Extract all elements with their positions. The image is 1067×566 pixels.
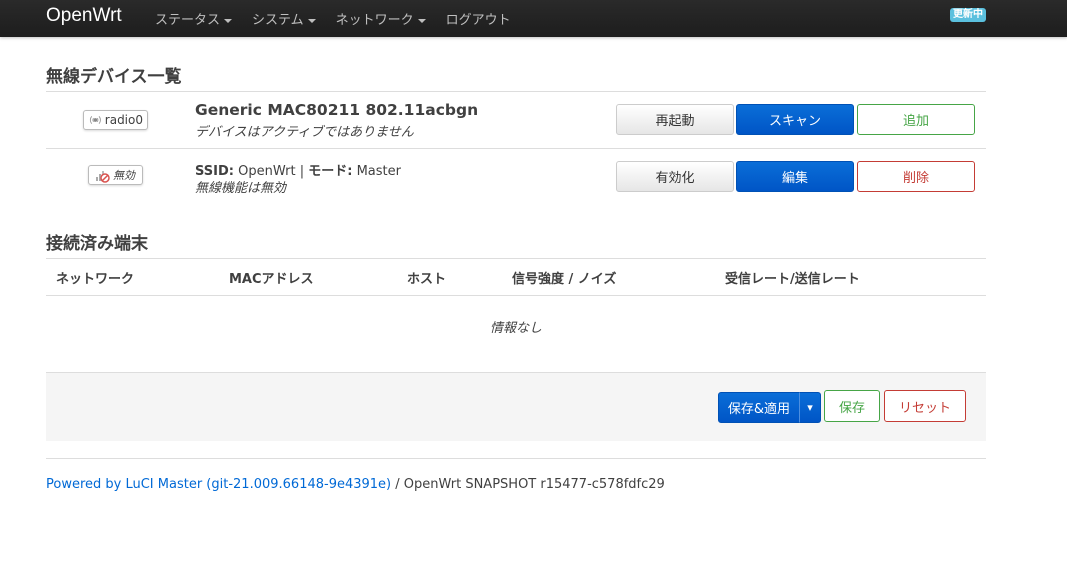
menu-network[interactable]: ネットワーク bbox=[336, 9, 426, 28]
delete-button[interactable]: 削除 bbox=[857, 161, 975, 192]
menu-system[interactable]: システム bbox=[252, 9, 316, 28]
divider bbox=[46, 148, 986, 149]
column-header-mac: MACアドレス bbox=[229, 272, 314, 287]
menu-system-label: システム bbox=[252, 13, 304, 28]
menu-logout[interactable]: ログアウト bbox=[446, 9, 511, 28]
network-disabled-badge: 無効 bbox=[88, 165, 143, 185]
device-status: デバイスはアクティブではありません bbox=[195, 125, 414, 140]
footer-divider bbox=[46, 458, 986, 459]
menu-network-label: ネットワーク bbox=[335, 13, 414, 28]
brand-link[interactable]: OpenWrt bbox=[46, 5, 122, 27]
table-header-border bbox=[46, 295, 986, 296]
reset-button[interactable]: リセット bbox=[884, 390, 966, 422]
save-apply-dropdown-toggle[interactable]: ▾ bbox=[799, 392, 821, 423]
luci-link[interactable]: Powered by LuCI Master (git-21.009.66148… bbox=[46, 477, 391, 492]
chevron-down-icon bbox=[417, 18, 426, 23]
save-apply-button[interactable]: 保存&適用 bbox=[718, 392, 800, 423]
add-button[interactable]: 追加 bbox=[857, 104, 975, 135]
top-navbar: OpenWrt ステータス システム ネットワーク ログアウト 更新中 bbox=[0, 0, 1067, 37]
chevron-down-icon bbox=[224, 18, 233, 23]
device-name: Generic MAC80211 802.11acbgn bbox=[195, 101, 479, 119]
column-header-host: ホスト bbox=[407, 272, 447, 287]
scan-button[interactable]: スキャン bbox=[736, 104, 854, 135]
page-footer: Powered by LuCI Master (git-21.009.66148… bbox=[46, 477, 665, 492]
wifi-disabled-icon bbox=[96, 171, 110, 183]
chevron-down-icon: ▾ bbox=[807, 401, 813, 414]
column-header-rate: 受信レート/送信レート bbox=[725, 272, 860, 287]
network-status: 無線機能は無効 bbox=[195, 181, 287, 196]
wireless-section-title: 無線デバイス一覧 bbox=[46, 67, 182, 87]
edit-button[interactable]: 編集 bbox=[736, 161, 854, 192]
menu-status[interactable]: ステータス bbox=[155, 9, 233, 28]
table-top-border bbox=[46, 258, 986, 259]
radio-device-badge: radio0 bbox=[83, 110, 148, 130]
radio-device-label: radio0 bbox=[104, 113, 143, 127]
update-status-badge[interactable]: 更新中 bbox=[950, 8, 986, 22]
restart-button[interactable]: 再起動 bbox=[616, 104, 734, 135]
menu-status-label: ステータス bbox=[155, 13, 221, 28]
wifi-radio-icon bbox=[89, 116, 101, 124]
enable-button[interactable]: 有効化 bbox=[616, 161, 734, 192]
network-disabled-label: 無効 bbox=[113, 169, 135, 182]
main-menu: ステータス システム ネットワーク ログアウト bbox=[155, 9, 531, 28]
footer-version: / OpenWrt SNAPSHOT r15477-c578fdfc29 bbox=[391, 477, 665, 492]
column-header-signal: 信号強度 / ノイズ bbox=[512, 272, 617, 287]
mode-label: モード: bbox=[308, 164, 353, 179]
save-button[interactable]: 保存 bbox=[824, 390, 880, 422]
info-separator: | bbox=[299, 164, 305, 179]
column-header-network: ネットワーク bbox=[56, 272, 135, 287]
clients-section-title: 接続済み端末 bbox=[46, 234, 148, 254]
empty-table-message: 情報なし bbox=[489, 321, 542, 336]
menu-logout-label: ログアウト bbox=[445, 13, 511, 28]
chevron-down-icon bbox=[307, 18, 316, 23]
mode-value: Master bbox=[356, 164, 401, 179]
divider bbox=[46, 91, 986, 92]
